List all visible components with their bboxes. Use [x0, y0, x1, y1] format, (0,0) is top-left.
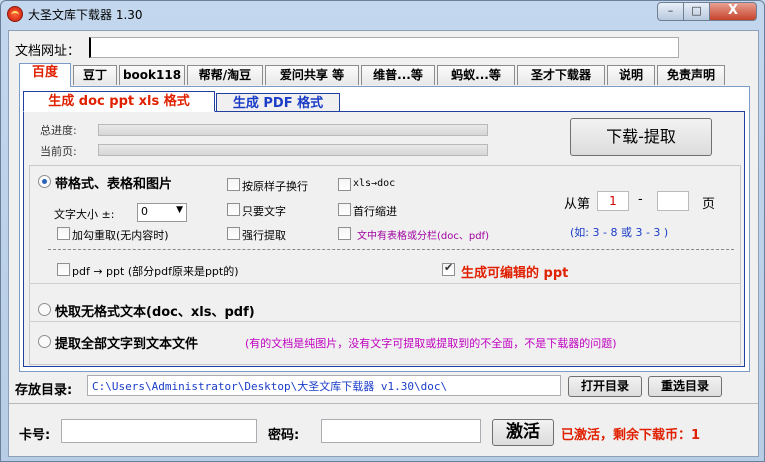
total-progress-bar [98, 124, 488, 136]
tab-disclaimer[interactable]: 免责声明 [657, 65, 725, 85]
text-only-label: 只要文字 [242, 205, 286, 218]
mode-all-radio[interactable] [38, 335, 51, 348]
first-line-indent-checkbox[interactable] [338, 203, 351, 216]
url-input[interactable] [89, 37, 679, 58]
app-window: 大圣文库下载器 1.30 – □ X 文档网址： 百度 豆丁 book118 帮… [0, 0, 765, 462]
section-separator-2 [29, 321, 741, 322]
pdf-to-ppt-checkbox[interactable] [57, 263, 70, 276]
title-bar: 大圣文库下载器 1.30 – □ X [1, 1, 764, 27]
page-start-input[interactable]: 1 [597, 191, 629, 211]
reselect-dir-button[interactable]: 重选目录 [648, 376, 722, 397]
tab-aiwen[interactable]: 爱问共享 等 [265, 65, 359, 85]
card-input[interactable] [61, 419, 257, 443]
url-label: 文档网址： [15, 44, 81, 59]
maximize-button[interactable]: □ [683, 2, 710, 21]
mode-all-note: (有的文档是纯图片，没有文字可提取或提取到的不全面，不是下载器的问题) [245, 337, 617, 350]
main-area: 文档网址： 百度 豆丁 book118 帮帮/淘豆 爱问共享 等 维普...等 … [8, 30, 759, 457]
page-range-example: (如: 3 - 8 或 3 - 3 ) [570, 226, 669, 239]
tab-douding[interactable]: 豆丁 [73, 65, 117, 85]
tab-mayi[interactable]: 蚂蚁...等 [437, 65, 515, 85]
dashed-divider [48, 249, 734, 250]
text-only-checkbox[interactable] [227, 203, 240, 216]
subtab-pdf-format[interactable]: 生成 PDF 格式 [216, 93, 340, 113]
page-progress-bar [98, 144, 488, 156]
font-size-select[interactable]: 0 ▼ [137, 203, 187, 222]
tab-shengcai[interactable]: 圣才下载器 [517, 65, 605, 85]
password-label: 密码: [268, 428, 300, 443]
bottom-separator [9, 403, 758, 404]
layout-linebreak-checkbox[interactable] [227, 178, 240, 191]
window-title: 大圣文库下载器 1.30 [28, 8, 143, 22]
page-progress-label: 当前页: [40, 145, 77, 158]
minimize-button[interactable]: – [657, 2, 684, 21]
mode-formatted-label: 带格式、表格和图片 [55, 177, 173, 192]
baidu-panel: 生成 doc ppt xls 格式 生成 PDF 格式 总进度: 当前页: 下载… [19, 86, 750, 372]
reget-checkbox[interactable] [57, 227, 70, 240]
font-size-value: 0 [141, 205, 148, 218]
app-logo-icon [7, 6, 23, 22]
download-extract-button[interactable]: 下载-提取 [570, 118, 712, 156]
table-columns-label: 文中有表格或分栏(doc、pdf) [357, 231, 489, 242]
save-dir-input[interactable]: C:\Users\Administrator\Desktop\大圣文库下载器 v… [87, 375, 561, 396]
activation-status: 已激活，剩余下载币：1 [561, 428, 701, 443]
editable-ppt-label: 生成可编辑的 ppt [461, 266, 569, 281]
mode-all-label: 提取全部文字到文本文件 [55, 337, 199, 352]
save-dir-label: 存放目录: [15, 383, 73, 398]
reget-label: 加勾重取(无内容时) [72, 229, 169, 242]
subtab-doc-format[interactable]: 生成 doc ppt xls 格式 [23, 91, 215, 112]
mode-formatted-radio[interactable] [38, 175, 51, 188]
tab-weipu[interactable]: 维普...等 [361, 65, 435, 85]
options-panel: 总进度: 当前页: 下载-提取 带格式、表格和图片 文字大小 ±: 0 ▼ 按原… [23, 111, 745, 367]
activate-button[interactable]: 激活 [492, 419, 554, 446]
open-dir-button[interactable]: 打开目录 [568, 376, 642, 397]
close-button[interactable]: X [709, 2, 757, 21]
editable-ppt-checkbox[interactable] [442, 261, 455, 276]
mode-plain-radio[interactable] [38, 303, 51, 316]
tab-book118[interactable]: book118 [119, 65, 185, 85]
font-size-label: 文字大小 ±: [54, 208, 115, 221]
xls-to-doc-label: xls→doc [353, 178, 396, 189]
table-columns-checkbox[interactable] [338, 227, 351, 240]
mode-plain-label: 快取无格式文本(doc、xls、pdf) [55, 305, 255, 320]
force-extract-label: 强行提取 [242, 229, 286, 242]
layout-linebreak-label: 按原样子换行 [242, 180, 308, 193]
first-line-indent-label: 首行缩进 [353, 205, 397, 218]
page-unit-label: 页 [702, 197, 716, 212]
tab-help[interactable]: 说明 [607, 65, 655, 85]
xls-to-doc-checkbox[interactable] [338, 178, 351, 191]
page-from-label: 从第 [564, 197, 591, 212]
tab-bangbang[interactable]: 帮帮/淘豆 [187, 65, 263, 85]
password-input[interactable] [321, 419, 481, 443]
pdf-to-ppt-label: pdf → ppt (部分pdf原来是ppt的) [72, 265, 239, 278]
page-end-input[interactable] [657, 191, 689, 211]
force-extract-checkbox[interactable] [227, 227, 240, 240]
card-label: 卡号: [19, 428, 51, 443]
chevron-down-icon: ▼ [176, 205, 183, 215]
page-range-dash: - [638, 192, 643, 207]
section-separator [29, 283, 741, 284]
total-progress-label: 总进度: [40, 124, 77, 137]
tab-baidu[interactable]: 百度 [19, 63, 71, 87]
